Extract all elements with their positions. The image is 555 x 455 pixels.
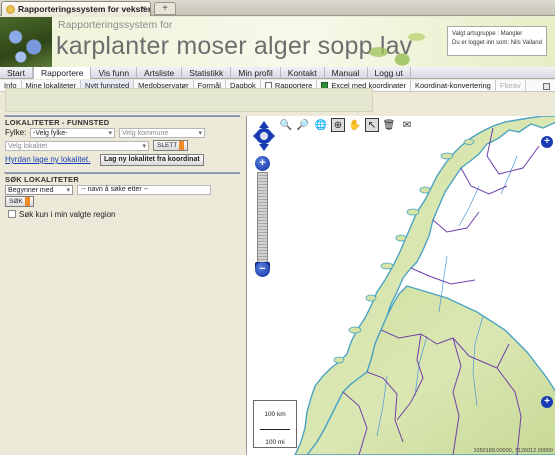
close-tab-icon[interactable]: × <box>141 3 146 13</box>
coordinate-icon <box>543 83 550 90</box>
new-from-coordinate-button[interactable]: Lag ny lokalitet fra koordinat <box>100 154 204 166</box>
search-button-label: SØK <box>9 198 23 205</box>
logged-in-text: Du er logget inn som: Nils Valland <box>452 40 542 46</box>
zoom-box-icon: ⊕ <box>333 119 343 131</box>
howto-link[interactable]: Hyrdan lage ny lokalitet. <box>5 155 90 164</box>
flower-photo <box>0 17 52 67</box>
coordinate-readout: 1050188.00000, 7126012.00000 <box>473 448 553 454</box>
delete-button-label: SLETT <box>157 142 178 149</box>
pan-tool[interactable]: ✋ <box>348 118 362 132</box>
site-banner: Rapporteringssystem for karplanter moser… <box>0 17 555 67</box>
zoom-slider-track[interactable] <box>257 172 268 272</box>
envelope-icon: ✉ <box>402 119 412 131</box>
section-divider <box>5 173 240 174</box>
scale-km-label: 100 km <box>264 411 286 418</box>
map-viewport[interactable]: 🔍 🔎 🌐 ⊕ ✋ ↖ 🗑 ✉ + − + + 100 km 100 mi 10… <box>246 116 555 455</box>
delete-arrow-icon <box>179 141 185 150</box>
delete-tool[interactable]: 🗑 <box>382 118 396 132</box>
menu-manual[interactable]: Manual <box>325 66 368 79</box>
scale-line <box>260 429 290 430</box>
search-input[interactable]: -- navn å søke etter -- <box>77 185 211 195</box>
zoom-in-icon: 🔍 <box>279 119 293 131</box>
region-checkbox-label: Søk kun i min valgte region <box>19 210 116 219</box>
search-button[interactable]: SØK <box>5 196 34 207</box>
menu-logg-ut[interactable]: Logg ut <box>368 66 411 79</box>
browser-tab-title: Rapporteringssystem for vekster <box>18 4 150 14</box>
municipality-select[interactable]: Velg kommune <box>119 128 205 138</box>
scale-bar: 100 km 100 mi <box>253 400 297 448</box>
submenu-florav[interactable]: Florav <box>496 80 526 91</box>
zoom-in-tool[interactable]: 🔍 <box>279 118 293 132</box>
search-heading: SØK LOKALITETER <box>4 172 240 184</box>
zoom-box-tool[interactable]: ⊕ <box>331 118 345 132</box>
zoom-out-icon: 🔎 <box>296 119 310 131</box>
expand-right-bottom-icon[interactable]: + <box>541 396 553 408</box>
menu-kontakt[interactable]: Kontakt <box>281 66 325 79</box>
menu-vis-funn[interactable]: Vis funn <box>91 66 138 79</box>
email-tool[interactable]: ✉ <box>400 118 414 132</box>
pan-hand-icon: ✋ <box>348 119 362 131</box>
county-select[interactable]: -Velg fylke- <box>30 128 115 138</box>
globe-icon: 🌐 <box>314 119 328 131</box>
zoom-out-button[interactable]: − <box>255 262 270 277</box>
leaf-decoration <box>350 17 445 67</box>
pan-control[interactable] <box>253 121 275 151</box>
full-extent-tool[interactable]: 🌐 <box>314 118 328 132</box>
delete-button[interactable]: SLETT <box>153 140 189 151</box>
browser-tab-strip: Rapporteringssystem for vekster × + <box>0 0 555 16</box>
pointer-icon: ↖ <box>367 119 377 131</box>
menu-artsliste[interactable]: Artsliste <box>137 66 183 79</box>
section-divider <box>5 116 240 117</box>
zoom-in-button[interactable]: + <box>255 156 270 171</box>
banner-subtitle: Rapporteringssystem for <box>58 19 173 31</box>
favicon-icon <box>6 4 15 14</box>
menu-rapportere[interactable]: Rapportere <box>32 66 92 79</box>
pointer-tool[interactable]: ↖ <box>365 118 379 132</box>
selected-group-text: Valgt artsgruppe : Mangler <box>452 31 523 37</box>
main-menu: Start Rapportere Vis funn Artsliste Stat… <box>0 66 555 79</box>
menu-start[interactable]: Start <box>0 66 33 79</box>
submenu-koordinat-label: Koordinat-konvertering <box>414 80 491 90</box>
expand-right-top-icon[interactable]: + <box>541 136 553 148</box>
login-status-box: Valgt artsgruppe : Mangler Du er logget … <box>447 26 547 56</box>
zoom-out-tool[interactable]: 🔎 <box>296 118 310 132</box>
locality-select[interactable]: Velg lokalitet <box>5 141 149 151</box>
delete-icon: 🗑 <box>382 119 396 131</box>
browser-tab[interactable]: Rapporteringssystem for vekster × <box>1 1 151 16</box>
menu-statistikk[interactable]: Statistikk <box>182 66 232 79</box>
region-checkbox[interactable] <box>8 210 16 218</box>
county-label: Fylke: <box>5 128 27 137</box>
search-mode-select[interactable]: Begynner med <box>5 185 73 195</box>
locations-heading: LOKALITETER - FUNNSTED <box>4 115 240 127</box>
search-arrow-icon <box>24 197 30 206</box>
menu-min-profil[interactable]: Min profil <box>231 66 281 79</box>
scale-mi-label: 100 mi <box>265 439 285 446</box>
submenu-koordinat[interactable]: Koordinat-konvertering <box>411 80 550 91</box>
new-tab-button[interactable]: + <box>154 2 176 15</box>
message-strip <box>5 88 373 112</box>
